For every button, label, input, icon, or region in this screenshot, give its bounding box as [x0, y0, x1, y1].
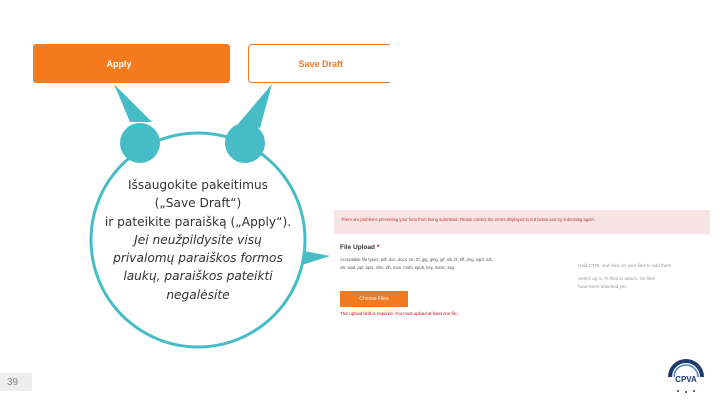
- callout-text: Išsaugokite pakeitimus („Save Draft“) ir…: [92, 176, 304, 304]
- cpva-logo: CPVA: [668, 359, 704, 393]
- callout-line-3: ir pateikite paraišką („Apply“).: [104, 214, 292, 229]
- callout-line-2: („Save Draft“): [154, 196, 242, 211]
- upload-help: Hold CTRL and click on your files to add…: [578, 262, 708, 291]
- upload-limit-line-2: have been attached yet.: [578, 284, 628, 289]
- callout-line-6: laukų, paraiškos pateikti: [123, 269, 273, 284]
- choose-files-button[interactable]: Choose Files: [340, 291, 408, 307]
- form-error-banner: There are problems preventing your form …: [334, 210, 710, 234]
- required-mark: *: [376, 244, 380, 251]
- callout-line-4: Jei neužpildysite visų: [134, 232, 262, 247]
- slide-number: 39: [0, 373, 32, 391]
- callout-line-7: negalėsite: [166, 287, 230, 302]
- file-upload-label: File Upload *: [340, 244, 379, 251]
- file-upload-label-text: File Upload: [340, 244, 376, 251]
- callout-pointer-draft: [238, 84, 272, 128]
- accepted-file-types: Acceptable file types: pdf, doc, docx, t…: [340, 256, 566, 272]
- accepted-types-line-1: Acceptable file types: pdf, doc, docx, t…: [340, 257, 493, 262]
- callout-dot-right: [225, 123, 265, 163]
- callout-pointer-apply: [114, 84, 152, 122]
- callout-line-5: privalomų paraiškos formos: [113, 251, 283, 266]
- upload-hint: Hold CTRL and click on your files to add…: [578, 263, 673, 268]
- callout-line-1: Išsaugokite pakeitimus: [127, 178, 269, 192]
- accepted-types-line-2: xls, wpd, ppt, pptx, xlsx, xlb, mus, mob…: [340, 265, 456, 270]
- upload-error-message: This upload field is required. You must …: [340, 311, 459, 316]
- upload-limit-line-1: Select up to 75 files to attach. No file…: [578, 276, 655, 281]
- callout-dot-left: [120, 123, 160, 163]
- logo-text: CPVA: [675, 375, 697, 384]
